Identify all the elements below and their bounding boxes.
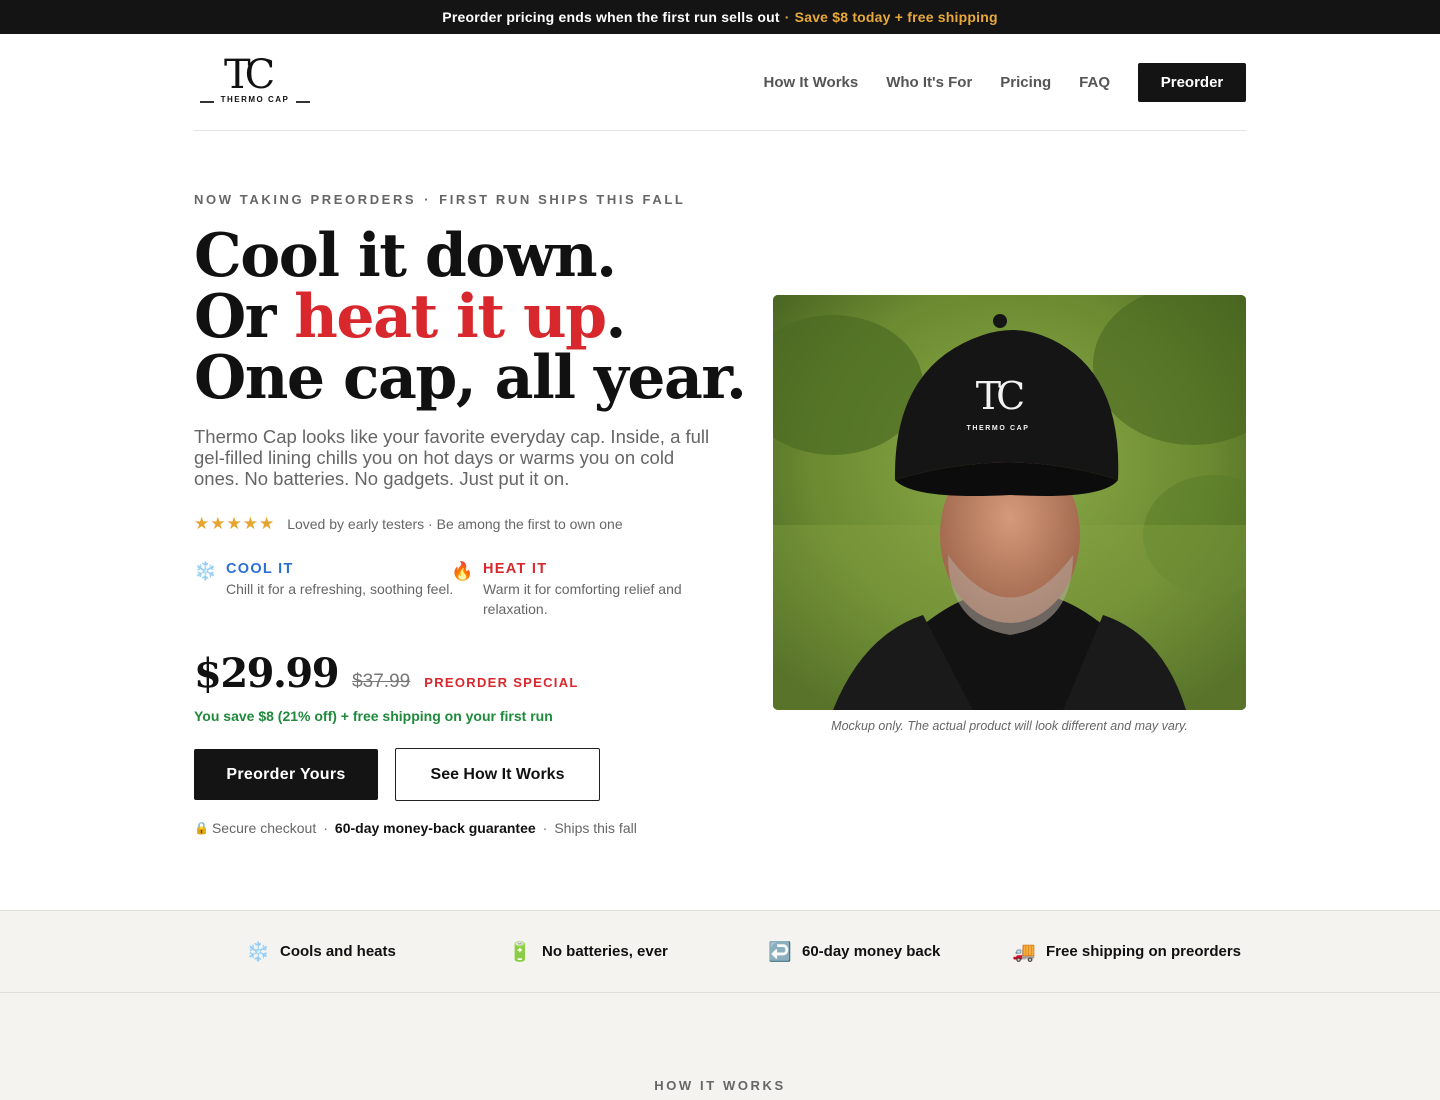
price-row: $29.99 $37.99 PREORDER SPECIAL: [194, 650, 579, 697]
product-mockup-image: TC THERMO CAP: [773, 295, 1246, 710]
how-it-works-eyebrow: HOW IT WORKS: [654, 1078, 786, 1093]
headline-heat: heat it up: [294, 282, 607, 352]
eyebrow-preorders: NOW TAKING PREORDERS: [194, 192, 417, 207]
benefit-cools-heats: ❄️ Cools and heats: [246, 911, 396, 992]
announcement-bar: Preorder pricing ends when the first run…: [0, 0, 1440, 34]
nav-faq[interactable]: FAQ: [1079, 74, 1110, 91]
logo-rule-left: [200, 101, 214, 103]
secure-checkout-text: Secure checkout: [211, 820, 317, 836]
headline-line-3: One cap, all year.: [194, 343, 747, 413]
benefit-label: Free shipping on preorders: [1046, 943, 1242, 960]
nav-pricing[interactable]: Pricing: [1000, 74, 1051, 91]
star-rating-icon: ★★★★★: [194, 514, 276, 533]
hero-headline: Cool it down. Or heat it up. One cap, al…: [194, 221, 747, 413]
fire-icon: 🔥: [451, 561, 474, 581]
announcement-text: Preorder pricing ends when the first run…: [442, 9, 780, 25]
trust-dot-1: ·: [323, 820, 328, 836]
benefit-no-batteries: 🔋 No batteries, ever: [508, 911, 668, 992]
nav-who-its-for[interactable]: Who It's For: [886, 74, 972, 91]
nav-how-it-works[interactable]: How It Works: [764, 74, 859, 91]
benefit-money-back: ↩️ 60-day money back: [768, 911, 940, 992]
hero-subtext: Thermo Cap looks like your favorite ever…: [194, 426, 710, 489]
see-how-it-works-button[interactable]: See How It Works: [395, 748, 600, 801]
ships-text: Ships this fall: [554, 820, 637, 836]
preorder-yours-button[interactable]: Preorder Yours: [194, 749, 378, 800]
feature-heat-desc: Warm it for comforting relief and relaxa…: [483, 581, 682, 617]
eyebrow-dot: ·: [424, 192, 432, 207]
announcement-separator: ·: [784, 9, 790, 25]
trust-dot-2: ·: [542, 820, 548, 836]
feature-heat: 🔥 HEAT IT Warm it for comforting relief …: [451, 560, 711, 619]
battery-icon: 🔋: [508, 941, 532, 963]
snowflake-icon: ❄️: [194, 561, 217, 581]
original-price: $37.99: [352, 671, 411, 692]
hero-eyebrow: NOW TAKING PREORDERS · FIRST RUN SHIPS THI…: [194, 192, 685, 207]
benefit-label: 60-day money back: [802, 943, 941, 960]
logo-rule-right: [296, 101, 310, 103]
snowflake-icon: ❄️: [246, 941, 270, 963]
cap-logo-wordmark: THERMO CAP: [966, 425, 1030, 432]
headline-line-1: Cool it down.: [194, 221, 617, 291]
feature-heat-title: HEAT IT: [483, 561, 548, 577]
eyebrow-ships: FIRST RUN SHIPS THIS FALL: [439, 192, 686, 207]
delivery-truck-icon: 🚚: [1012, 941, 1036, 963]
rating-row: ★★★★★ Loved by early testers · Be among …: [194, 514, 623, 534]
announcement-offer: Save $8 today + free shipping: [794, 9, 998, 25]
feature-cool: ❄️ COOL IT Chill it for a refreshing, so…: [194, 560, 454, 599]
savings-text: You save $8 (21% off) + free shipping on…: [194, 708, 553, 724]
feature-cool-title: COOL IT: [226, 561, 294, 577]
cap-logo: TC THERMO CAP: [953, 375, 1043, 432]
site-header: TC THERMO CAP How It Works Who It's For …: [194, 34, 1246, 131]
logo-monogram: TC: [224, 52, 275, 98]
trust-row: 🔒 Secure checkout · 60-day money-back gu…: [194, 820, 637, 836]
image-caption: Mockup only. The actual product will loo…: [831, 719, 1188, 733]
rating-text: Loved by early testers · Be among the fi…: [287, 516, 623, 532]
logo-wordmark: THERMO CAP: [220, 95, 290, 104]
benefit-label: Cools and heats: [280, 943, 396, 960]
benefit-free-shipping: 🚚 Free shipping on preorders: [1012, 911, 1241, 992]
current-price: $29.99: [194, 650, 340, 697]
cap-logo-monogram: TC: [975, 374, 1025, 418]
benefits-strip: ❄️ Cools and heats 🔋 No batteries, ever …: [0, 910, 1440, 993]
return-arrow-icon: ↩️: [768, 941, 792, 963]
main-nav: How It Works Who It's For Pricing FAQ Pr…: [764, 62, 1246, 102]
header-preorder-button[interactable]: Preorder: [1138, 62, 1246, 102]
brand-logo[interactable]: TC THERMO CAP: [200, 53, 310, 111]
headline-period: .: [605, 282, 627, 352]
benefit-label: No batteries, ever: [542, 943, 668, 960]
lock-icon: 🔒: [194, 821, 209, 835]
headline-or: Or: [194, 282, 295, 352]
feature-cool-desc: Chill it for a refreshing, soothing feel…: [226, 581, 454, 597]
headline-line-2: Or heat it up.: [194, 287, 745, 348]
preorder-special-badge: PREORDER SPECIAL: [424, 675, 579, 690]
guarantee-text: 60-day money-back guarantee: [334, 820, 536, 836]
